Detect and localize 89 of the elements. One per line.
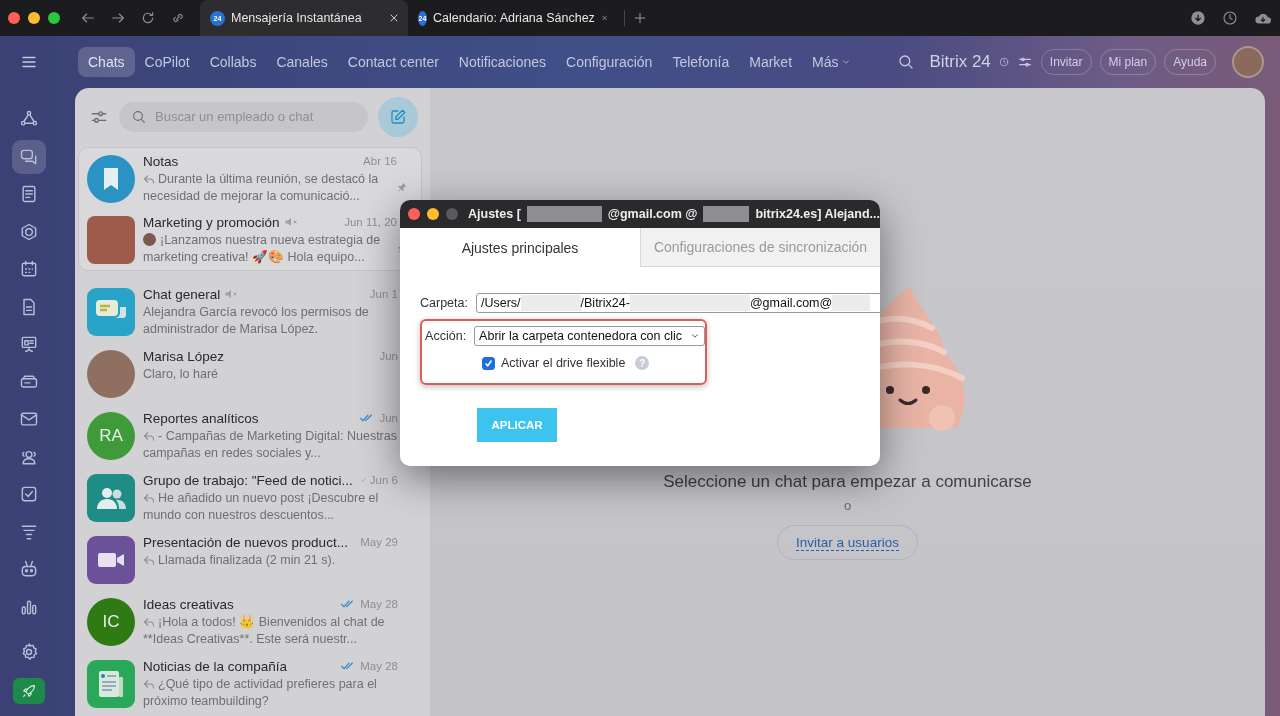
- nav-tab[interactable]: Market: [739, 47, 803, 77]
- photo-placeholder: [87, 216, 135, 264]
- message-preview: ¡Hola a todos! 👑 Bienvenidos al chat de **Ideas Creativas**. Este será nuestr...: [143, 615, 385, 646]
- edit-icon: [389, 107, 407, 126]
- dropdown-field[interactable]: /Users/ /Bitrix24- @gmail.com@: [475, 293, 880, 313]
- chat-list-item[interactable]: Noticias de la compañía May 28 ¿Qué tipo de actividad prefieres para el próximo teambuilding?: [75, 653, 418, 715]
- minimize-button[interactable]: [427, 208, 439, 220]
- redacted-block: [520, 295, 581, 311]
- dialog-title: @gmail.com @: [607, 207, 698, 221]
- chat-list-item[interactable]: Grupo de trabajo: "Feed de notici... Jun 6 He añadido un nuevo post ¡Descubre el mundo con nuestros descuentos...: [75, 467, 418, 529]
- redacted-block: [832, 295, 871, 311]
- field-label: Carpeta:: [420, 296, 468, 310]
- calendar-icon: [19, 259, 39, 279]
- chat-title: Reportes analíticos: [143, 410, 259, 426]
- chat-title: Marketing y promoción: [143, 214, 280, 230]
- nav-tab[interactable]: Contact center: [337, 47, 449, 77]
- chat-date: Jun 11, 20: [344, 216, 397, 228]
- clock-icon: [998, 57, 1009, 67]
- nav-tab[interactable]: Configuración: [556, 47, 663, 77]
- close-button[interactable]: [408, 208, 420, 220]
- separator-text: o: [843, 498, 852, 513]
- avatar-initials: IC: [87, 598, 135, 646]
- message-preview: Llamada finalizada (2 min 21 s).: [158, 553, 336, 567]
- hexagon-icon: [19, 221, 39, 242]
- message-preview: Alejandra García revocó los permisos de administrador de Marisa López.: [143, 305, 369, 336]
- plus-icon[interactable]: [633, 11, 647, 25]
- chevron-down-icon: [690, 331, 700, 341]
- chat-date: May 28: [360, 598, 398, 610]
- message-preview: He añadido un nuevo post ¡Descubre el mundo con nuestros descuentos...: [143, 491, 379, 522]
- empty-state-message: Seleccione un chat para empezar a comunicarse: [663, 472, 1032, 492]
- dialog-title: bitrix24.es] Alejand...: [755, 207, 880, 221]
- chat-list-item[interactable]: Presentación de nuevos product... May 29 Llamada finalizada (2 min 21 s).: [75, 529, 418, 591]
- chat-date: May 28: [360, 660, 398, 672]
- checkmark-icon: [484, 358, 493, 368]
- task-checkbox-icon: [19, 484, 39, 504]
- chat-title: Noticias de la compañía: [143, 658, 288, 674]
- nav-tab[interactable]: Canales: [266, 47, 338, 77]
- chat-date: Jun 6: [369, 474, 398, 486]
- presentation-board-icon: [19, 334, 39, 354]
- avatar-initials: RA: [87, 412, 135, 460]
- message-preview: - Campañas de Marketing Digital: Nuestras campañas en redes sociales y...: [143, 429, 397, 460]
- chat-date: May 29: [360, 536, 398, 548]
- chat-title: Notas: [143, 153, 179, 169]
- minimize-button[interactable]: [28, 12, 40, 24]
- mail-icon: [19, 409, 39, 429]
- brand-logo: Bitrix 24: [929, 52, 991, 72]
- photo-placeholder: [87, 350, 135, 398]
- nav-tab[interactable]: Chats: [78, 47, 135, 77]
- back-arrow-icon[interactable]: [80, 10, 96, 26]
- rocket-icon: [21, 683, 37, 699]
- robot-icon: [19, 559, 39, 579]
- chat-date: Abr 16: [363, 155, 397, 167]
- dropdown-field[interactable]: Abrir la carpeta contenedora con clic: [474, 326, 705, 346]
- checkbox-label: Activar el drive flexible: [501, 356, 626, 370]
- chat-date: Jun: [379, 412, 398, 424]
- chat-title: Grupo de trabajo: "Feed de notici...: [143, 472, 353, 488]
- close-icon[interactable]: [388, 12, 400, 24]
- chat-title: Chat general: [143, 286, 221, 302]
- search-field[interactable]: Buscar un empleado o chat: [119, 101, 368, 132]
- nav-tab[interactable]: Notificaciones: [448, 47, 556, 77]
- chat-list-item[interactable]: Marisa López Jun Claro, lo haré: [75, 343, 418, 405]
- dialog-title: Ajustes [: [468, 207, 521, 221]
- redacted-block: [703, 206, 750, 222]
- message-preview: ¡Lanzamos nuestra nueva estrategia de marketing creativa! 🚀🎨 Hola equipo...: [143, 233, 381, 264]
- nav-tab[interactable]: Collabs: [199, 47, 267, 77]
- document-icon: [19, 184, 39, 204]
- history-icon[interactable]: [1222, 10, 1238, 26]
- sidebar-button[interactable]: [13, 678, 45, 704]
- chat-title: Presentación de nuevos product...: [143, 534, 348, 550]
- nav-tab[interactable]: Más: [802, 47, 862, 77]
- forward-arrow-icon[interactable]: [110, 10, 126, 26]
- maximize-button[interactable]: [48, 12, 60, 24]
- checkbox[interactable]: [482, 356, 495, 370]
- nav-tab[interactable]: CoPilot: [134, 47, 200, 77]
- field-label: Acción:: [424, 329, 467, 343]
- nav-tab[interactable]: Telefonía: [662, 47, 740, 77]
- message-preview: Claro, lo haré: [143, 367, 219, 381]
- download-icon[interactable]: [1190, 10, 1206, 26]
- chat-date: Jun: [379, 350, 398, 362]
- message-preview: Durante la última reunión, se destacó la necesidad de mejorar la comunicació...: [143, 172, 379, 203]
- chat-list-item[interactable]: IC Ideas creativas May 28 ¡Hola a todos! 👑 Bienvenidos al chat de **Ideas Creativas**. Este será nuestr...: [75, 591, 418, 653]
- chat-list-item[interactable]: Notas Abr 16 Durante la última reunión, se destacó la necesidad de mejorar la comunicació...: [79, 148, 421, 209]
- close-button[interactable]: [8, 12, 20, 24]
- chat-list-item[interactable]: RA Reportes analíticos Jun - Campañas de Marketing Digital: Nuestras campañas en redes sociales y...: [75, 405, 418, 467]
- reload-icon[interactable]: [140, 10, 156, 26]
- chat-title: Marisa López: [143, 348, 225, 364]
- sidebar-button[interactable]: [12, 139, 46, 174]
- chat-title: Ideas creativas: [143, 596, 234, 612]
- message-preview: ¿Qué tipo de actividad prefieres para el próximo teambuilding?: [143, 677, 377, 708]
